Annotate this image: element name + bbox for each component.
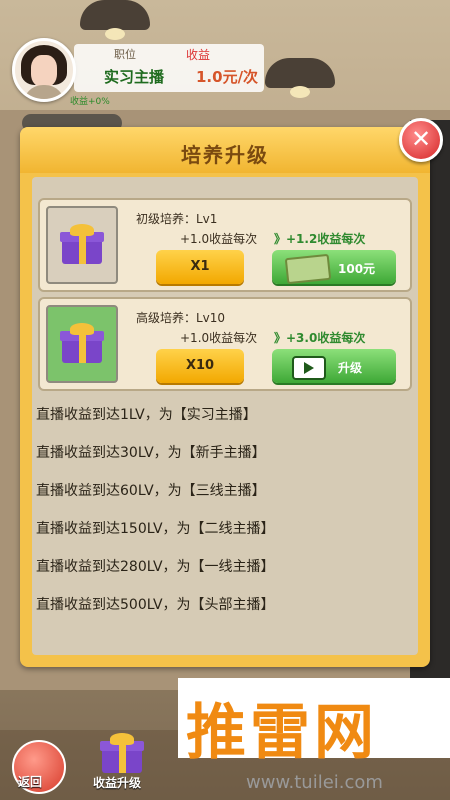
upgrade-label: 升级 [338,361,363,375]
multiplier-button[interactable]: X1 [156,250,244,284]
card-next-income: +3.0收益每次 [286,331,366,345]
level-line: 直播收益到达280LV，为【一线主播】 [36,559,275,575]
profile-info-panel: 职位 收益 实习主播 1.0元/次 [74,44,264,92]
modal-title: 培养升级 [181,143,269,167]
avatar[interactable] [12,38,76,102]
training-card-basic: 初级培养：Lv1 +1.0收益每次 》 +1.2收益每次 X1 100元 [38,198,412,292]
buy-with-cash-button[interactable]: 100元 [272,250,396,285]
card-current-income: +1.0收益每次 [180,232,258,246]
level-line: 直播收益到达60LV，为【三线主播】 [36,483,266,499]
training-card-advanced: 高级培养：Lv10 +1.0收益每次 》 +3.0收益每次 X10 升级 [38,297,412,391]
gift-thumbnail [46,206,118,284]
close-icon: ✕ [410,125,432,153]
income-upgrade-label: 收益升级 [93,776,142,790]
card-title: 初级培养：Lv1 [136,212,218,226]
card-current-income: +1.0收益每次 [180,331,258,345]
gift-icon [60,323,104,363]
position-value: 实习主播 [104,68,165,86]
gift-icon [60,224,104,264]
card-title: 高级培养：Lv10 [136,311,226,325]
level-line: 直播收益到达1LV，为【实习主播】 [36,407,257,423]
income-label: 收益 [186,48,211,62]
level-line: 直播收益到达500LV，为【头部主播】 [36,597,275,613]
card-arrow: 》 [274,331,287,345]
close-button[interactable]: ✕ [399,118,443,162]
cash-price-label: 100元 [338,262,376,276]
multiplier-button[interactable]: X10 [156,349,244,383]
ceiling-lamp-left [80,0,150,40]
card-next-income: +1.2收益每次 [286,232,366,246]
gift-icon [100,733,144,773]
level-line: 直播收益到达150LV，为【二线主播】 [36,521,275,537]
card-arrow: 》 [274,232,287,246]
gift-thumbnail [46,305,118,383]
watermark-logo: 推雷网 [186,698,378,768]
watch-video-upgrade-button[interactable]: 升级 [272,349,396,383]
ceiling-lamp-right [265,58,335,98]
level-line: 直播收益到达30LV，为【新手主播】 [36,445,266,461]
watermark-url: www.tuilei.com [246,772,383,793]
income-value: 1.0元/次 [196,68,259,86]
back-label: 返回 [18,775,43,789]
money-icon [284,253,332,285]
video-icon [292,356,326,380]
income-bonus-stat: 收益+0% [70,97,110,107]
position-label: 职位 [114,48,136,61]
modal-title-bar: 培养升级 [20,127,430,173]
